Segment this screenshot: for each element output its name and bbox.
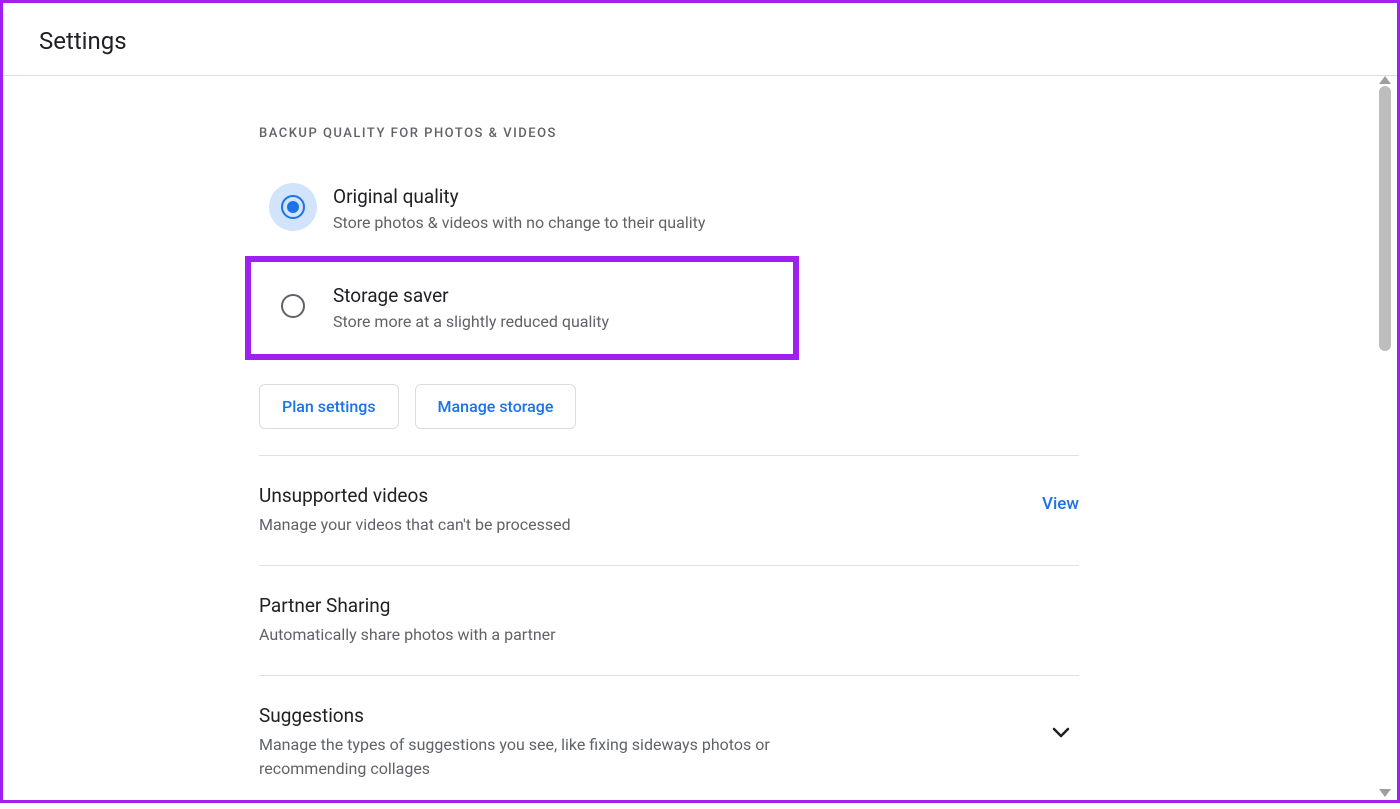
section-action [1043, 704, 1079, 754]
scrollbar-thumb[interactable] [1379, 86, 1391, 351]
section-text: Unsupported videos Manage your videos th… [259, 484, 571, 537]
scroll-area: BACKUP QUALITY FOR PHOTOS & VIDEOS Origi… [3, 76, 1397, 797]
scrollbar[interactable] [1377, 76, 1393, 797]
radio-title: Storage saver [333, 284, 609, 307]
scroll-up-icon[interactable] [1379, 76, 1391, 84]
section-partner-sharing[interactable]: Partner Sharing Automatically share phot… [259, 565, 1079, 675]
section-unsupported-videos[interactable]: Unsupported videos Manage your videos th… [259, 455, 1079, 565]
radio-title: Original quality [333, 185, 705, 208]
section-title: Partner Sharing [259, 594, 556, 617]
radio-dot-icon [287, 201, 299, 213]
section-title: Suggestions [259, 704, 859, 727]
plan-settings-button[interactable]: Plan settings [259, 384, 399, 429]
section-action: View [1042, 484, 1079, 514]
section-desc: Automatically share photos with a partne… [259, 623, 556, 647]
section-text: Partner Sharing Automatically share phot… [259, 594, 556, 647]
settings-content: BACKUP QUALITY FOR PHOTOS & VIDEOS Origi… [259, 76, 1079, 809]
radio-desc: Store photos & videos with no change to … [333, 212, 705, 234]
section-suggestions[interactable]: Suggestions Manage the types of suggesti… [259, 675, 1079, 809]
backup-quality-label: BACKUP QUALITY FOR PHOTOS & VIDEOS [259, 126, 1079, 141]
chevron-down-icon[interactable] [1043, 714, 1079, 754]
settings-header: Settings [3, 3, 1397, 76]
section-text: Suggestions Manage the types of suggesti… [259, 704, 859, 781]
section-desc: Manage the types of suggestions you see,… [259, 733, 859, 781]
radio-storage-saver[interactable]: Storage saver Store more at a slightly r… [245, 256, 799, 359]
section-desc: Manage your videos that can't be process… [259, 513, 571, 537]
radio-text: Original quality Store photos & videos w… [333, 183, 705, 234]
view-button[interactable]: View [1042, 494, 1079, 514]
radio-text: Storage saver Store more at a slightly r… [333, 282, 609, 333]
radio-indicator-selected [269, 183, 317, 231]
page-title: Settings [39, 27, 1397, 55]
radio-circle-icon [281, 195, 305, 219]
radio-original-quality[interactable]: Original quality Store photos & videos w… [259, 169, 1079, 248]
radio-desc: Store more at a slightly reduced quality [333, 311, 609, 333]
radio-indicator-unselected [269, 282, 317, 330]
scroll-down-icon[interactable] [1379, 789, 1391, 797]
section-title: Unsupported videos [259, 484, 571, 507]
button-row: Plan settings Manage storage [259, 384, 1079, 429]
manage-storage-button[interactable]: Manage storage [415, 384, 577, 429]
radio-circle-icon [281, 294, 305, 318]
